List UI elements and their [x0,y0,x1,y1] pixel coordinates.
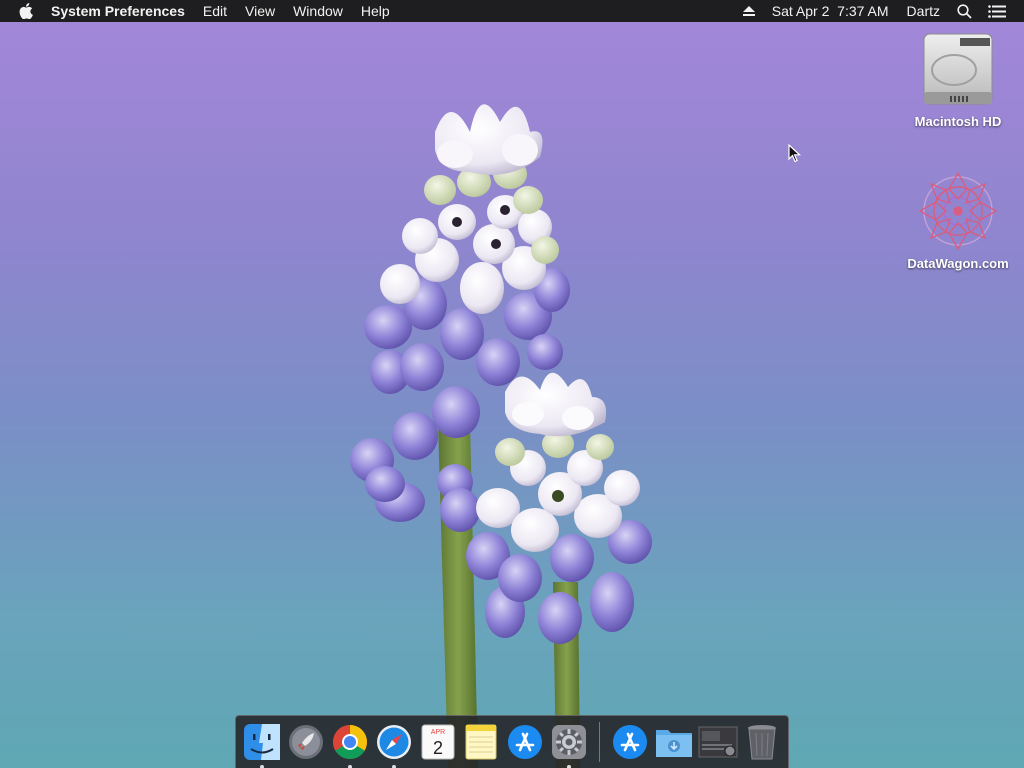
notification-center-icon[interactable] [980,0,1014,22]
dock-item-calendar[interactable]: APR 2 [418,722,458,762]
clock-datetime[interactable]: Sat Apr 2 7:37 AM [763,0,898,22]
menu-view[interactable]: View [236,0,284,22]
menu-window[interactable]: Window [284,0,352,22]
menu-help[interactable]: Help [352,0,399,22]
menu-edit[interactable]: Edit [194,0,236,22]
dock-item-app-store[interactable] [505,722,545,762]
desktop-icon-label: Macintosh HD [914,114,1002,129]
dock-separator [599,722,601,762]
dock-item-trash[interactable] [742,722,782,762]
dock-item-notes[interactable] [462,722,502,762]
mandala-image-icon [918,171,998,251]
downloads-folder-icon [656,730,693,757]
dock-item-downloads[interactable] [654,722,694,762]
hard-drive-icon [923,33,993,105]
dock-item-applications[interactable] [610,722,650,762]
dock-item-chrome[interactable] [330,722,370,768]
menu-app-name[interactable]: System Preferences [42,0,194,22]
dock-item-safari[interactable] [374,722,414,768]
dock-item-launchpad[interactable] [286,722,326,762]
desktop-icon-label: DataWagon.com [907,256,1009,271]
calendar-month: APR [430,729,444,736]
dock-item-system-preferences[interactable] [549,722,589,768]
notes-icon [465,724,497,760]
dock: APR 2 [235,715,789,768]
mouse-cursor-icon [788,144,802,163]
apple-logo-icon[interactable] [18,2,34,20]
eject-icon[interactable] [735,0,763,22]
dock-item-screenshot[interactable] [698,722,738,762]
spotlight-search-icon[interactable] [949,0,980,22]
desktop[interactable]: System Preferences Edit View Window Help… [0,0,1024,768]
menu-bar: System Preferences Edit View Window Help… [0,0,1024,22]
screenshot-stack-icon [698,726,738,758]
dock-item-finder[interactable] [242,722,282,768]
chrome-icon [332,725,367,759]
desktop-icon-macintosh-hd[interactable]: Macintosh HD [898,30,1018,129]
calendar-day: 2 [433,738,443,758]
finder-icon [243,724,280,760]
system-preferences-gear-icon [552,725,587,759]
wallpaper-grape-hyacinth [350,104,652,768]
applications-stack-icon [613,725,648,759]
desktop-icon-datawagon[interactable]: DataWagon.com [898,170,1018,271]
safari-compass-icon [376,725,411,759]
calendar-icon: APR 2 [421,724,455,760]
trash-icon [748,725,777,760]
launchpad-rocket-icon [288,725,323,759]
user-menu[interactable]: Dartz [898,0,949,22]
app-store-icon [508,725,543,759]
